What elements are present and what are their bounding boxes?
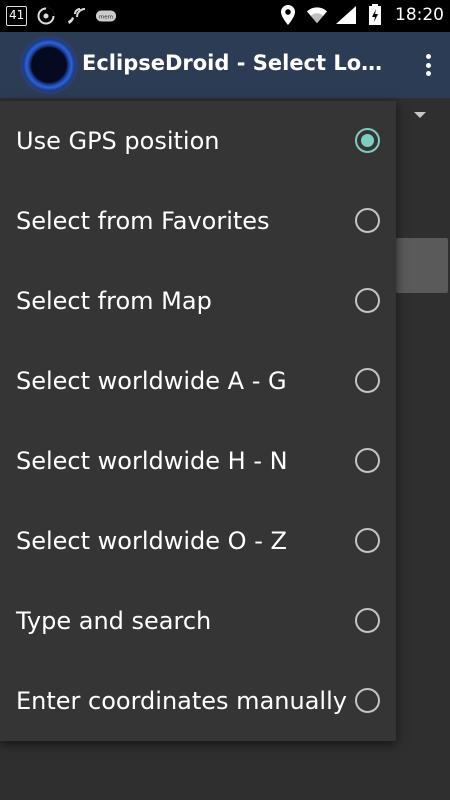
action-bar: EclipseDroid - Select Location bbox=[0, 32, 450, 98]
spinner-dropdown-icon[interactable] bbox=[414, 112, 426, 118]
location-icon bbox=[277, 4, 299, 26]
svg-text:mem: mem bbox=[99, 14, 113, 20]
radio-unchecked-icon[interactable] bbox=[355, 208, 380, 233]
location-source-menu: Use GPS position Select from Favorites S… bbox=[0, 101, 396, 741]
battery-icon bbox=[364, 4, 386, 26]
status-bar: 41 mem 18:20 bbox=[0, 0, 450, 32]
wifi-icon bbox=[306, 4, 328, 26]
radio-unchecked-icon[interactable] bbox=[355, 368, 380, 393]
clock: 18:20 bbox=[395, 5, 444, 25]
voicemail-icon: mem bbox=[95, 5, 117, 27]
app-title: EclipseDroid - Select Location bbox=[82, 51, 392, 75]
radio-unchecked-icon[interactable] bbox=[355, 288, 380, 313]
menu-item-map[interactable]: Select from Map bbox=[0, 261, 396, 341]
menu-item-label: Select worldwide O - Z bbox=[16, 527, 287, 555]
numbered-notification-icon: 41 bbox=[6, 6, 28, 26]
radio-unchecked-icon[interactable] bbox=[355, 528, 380, 553]
menu-item-label: Select from Favorites bbox=[16, 207, 270, 235]
menu-item-type-and-search[interactable]: Type and search bbox=[0, 581, 396, 661]
radio-unchecked-icon[interactable] bbox=[355, 608, 380, 633]
menu-item-label: Select from Map bbox=[16, 287, 212, 315]
wifi-calling-icon bbox=[65, 5, 87, 27]
menu-item-enter-coordinates[interactable]: Enter coordinates manually bbox=[0, 661, 396, 741]
radio-unchecked-icon[interactable] bbox=[355, 448, 380, 473]
radio-unchecked-icon[interactable] bbox=[355, 688, 380, 713]
sync-icon bbox=[35, 5, 57, 27]
menu-item-worldwide-a-g[interactable]: Select worldwide A - G bbox=[0, 341, 396, 421]
menu-item-use-gps[interactable]: Use GPS position bbox=[0, 101, 396, 181]
menu-item-worldwide-h-n[interactable]: Select worldwide H - N bbox=[0, 421, 396, 501]
eclipse-icon[interactable] bbox=[20, 36, 78, 94]
menu-item-favorites[interactable]: Select from Favorites bbox=[0, 181, 396, 261]
more-vert-icon[interactable] bbox=[420, 50, 436, 80]
menu-item-label: Enter coordinates manually bbox=[16, 687, 347, 715]
radio-checked-icon[interactable] bbox=[355, 128, 380, 153]
menu-item-label: Select worldwide H - N bbox=[16, 447, 288, 475]
background-button[interactable] bbox=[396, 238, 448, 293]
menu-item-label: Select worldwide A - G bbox=[16, 367, 287, 395]
menu-item-label: Type and search bbox=[16, 607, 212, 635]
signal-icon bbox=[335, 4, 357, 26]
menu-item-worldwide-o-z[interactable]: Select worldwide O - Z bbox=[0, 501, 396, 581]
menu-item-label: Use GPS position bbox=[16, 127, 220, 155]
